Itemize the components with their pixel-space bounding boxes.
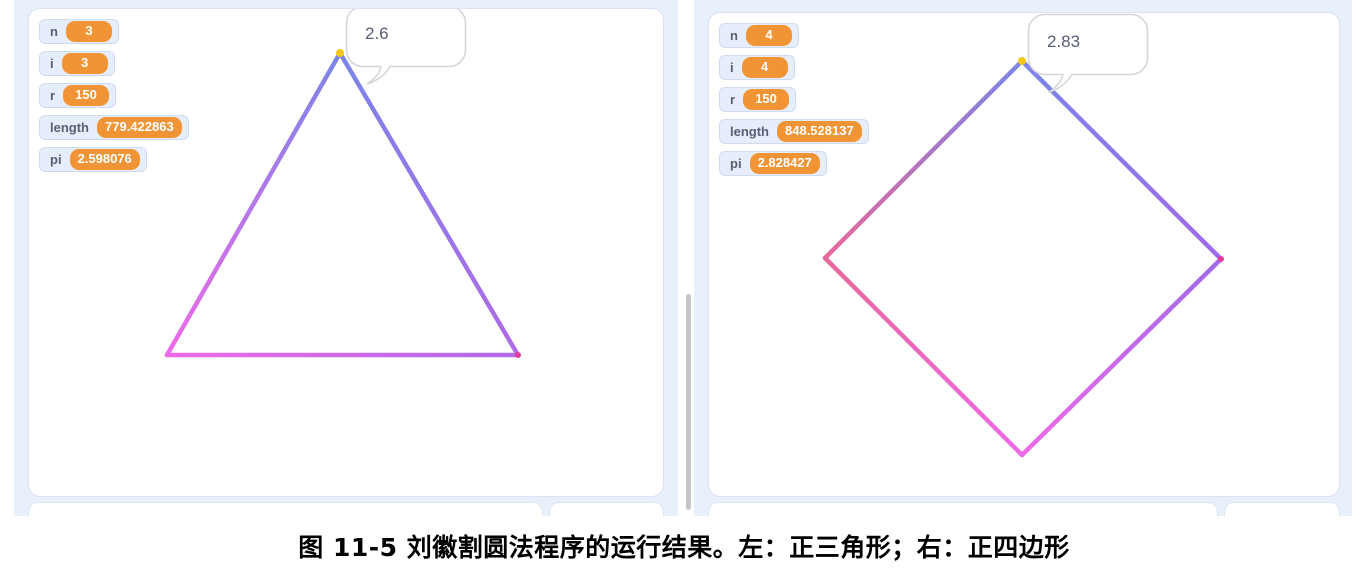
left-stage[interactable]: n 3 i 3 r 150 length 779.422863 pi 2.598… (28, 8, 664, 497)
pen-end-marker (1218, 256, 1224, 262)
watcher-label-r: r (50, 88, 56, 103)
right-stage-selector-pane[interactable] (1224, 502, 1340, 516)
watcher-label-pi: pi (50, 152, 62, 167)
watcher-value-n: 4 (745, 25, 792, 46)
left-variable-watchers: n 3 i 3 r 150 length 779.422863 pi 2.598… (39, 19, 189, 172)
watcher-value-r: 150 (63, 85, 110, 106)
watcher-value-length: 779.422863 (97, 117, 182, 138)
watcher-pi[interactable]: pi 2.828427 (719, 151, 827, 176)
figure-caption: 图 11-5 刘徽割圆法程序的运行结果。左：正三角形；右：正四边形 (298, 533, 1070, 562)
watcher-length[interactable]: length 848.528137 (719, 119, 869, 144)
right-stage[interactable]: n 4 i 4 r 150 length 848.528137 pi 2.828… (708, 12, 1340, 497)
watcher-r[interactable]: r 150 (39, 83, 117, 108)
left-sprite-pane[interactable] (28, 502, 543, 516)
left-scratch-window: n 3 i 3 r 150 length 779.422863 pi 2.598… (14, 0, 678, 516)
polygon-edge (822, 255, 1025, 458)
watcher-pi[interactable]: pi 2.598076 (39, 147, 147, 172)
pen-start-marker (336, 49, 344, 57)
watcher-value-i: 3 (61, 53, 108, 74)
vertical-scrollbar-thumb[interactable] (686, 294, 691, 510)
speech-bubble-shape (1027, 13, 1149, 93)
watcher-i[interactable]: i 4 (719, 55, 795, 80)
speech-bubble-text: 2.6 (365, 24, 389, 43)
right-scratch-window: n 4 i 4 r 150 length 848.528137 pi 2.828… (694, 0, 1352, 516)
polygon-edge (164, 50, 343, 358)
watcher-r[interactable]: r 150 (719, 87, 797, 112)
watcher-value-length: 848.528137 (777, 121, 862, 142)
watcher-label-pi: pi (730, 156, 742, 171)
watcher-value-pi: 2.828427 (749, 153, 820, 174)
right-variable-watchers: n 4 i 4 r 150 length 848.528137 pi 2.828… (719, 23, 869, 176)
watcher-label-i: i (50, 56, 54, 71)
figure-container: n 3 i 3 r 150 length 779.422863 pi 2.598… (0, 0, 1368, 580)
watcher-n[interactable]: n 3 (39, 19, 119, 44)
speech-bubble-text: 2.83 (1047, 32, 1081, 51)
watcher-value-i: 4 (741, 57, 788, 78)
watcher-value-r: 150 (743, 89, 790, 110)
speech-bubble-shape (345, 9, 467, 85)
left-stage-selector-pane[interactable] (549, 502, 664, 516)
pen-end-marker (515, 352, 521, 358)
polygon-edge (1019, 256, 1224, 458)
pen-start-marker (1018, 57, 1026, 65)
right-sprite-pane[interactable] (708, 502, 1218, 516)
watcher-label-length: length (730, 124, 769, 139)
watcher-value-n: 3 (65, 21, 112, 42)
watcher-i[interactable]: i 3 (39, 51, 115, 76)
watcher-label-n: n (50, 24, 58, 39)
watcher-length[interactable]: length 779.422863 (39, 115, 189, 140)
watcher-label-n: n (730, 28, 738, 43)
watcher-label-r: r (730, 92, 736, 107)
watcher-label-length: length (50, 120, 89, 135)
watcher-label-i: i (730, 60, 734, 75)
watcher-n[interactable]: n 4 (719, 23, 799, 48)
watcher-value-pi: 2.598076 (69, 149, 140, 170)
